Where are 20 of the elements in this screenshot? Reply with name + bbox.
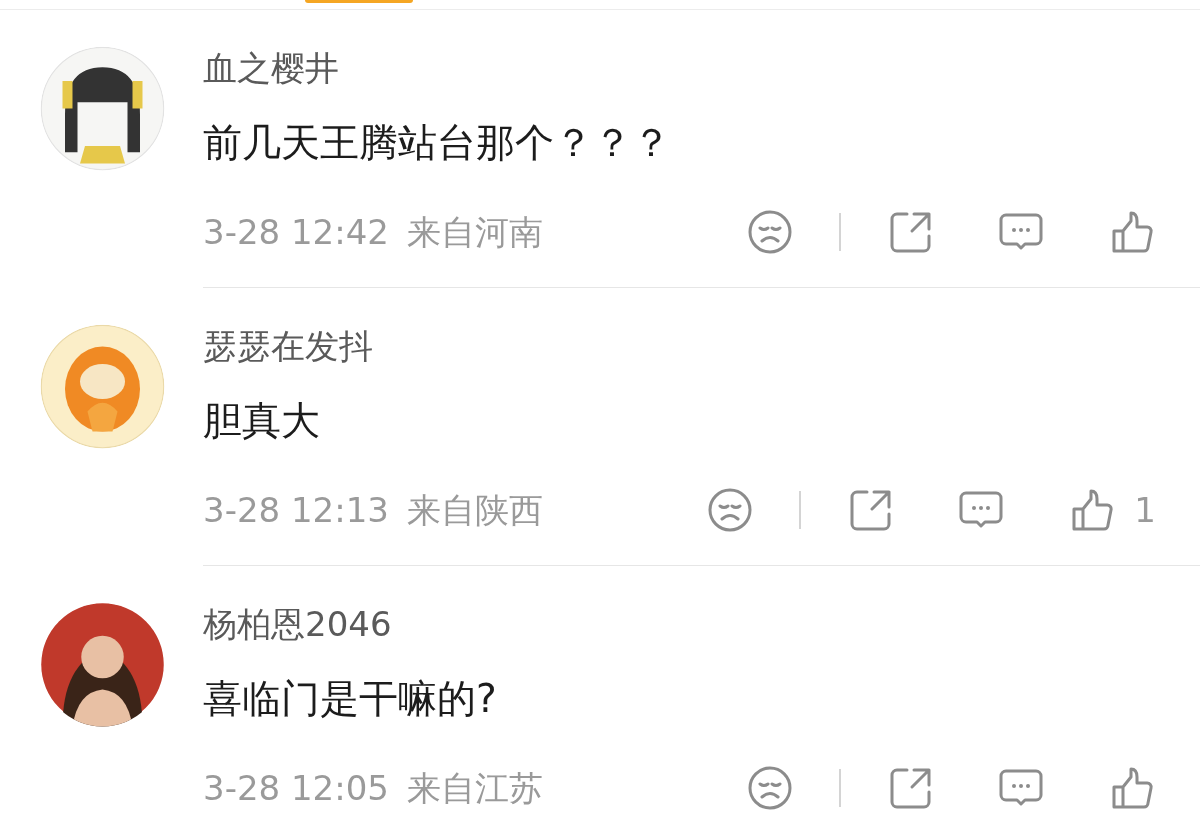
avatar[interactable] [40, 602, 165, 727]
comment-text: 前几天王腾站台那个？？？ [203, 119, 672, 167]
comment-time: 3-28 12:42 [203, 210, 389, 254]
like-count: 1 [1134, 488, 1156, 532]
comment-text: 胆真大 [203, 397, 321, 445]
comment-time: 3-28 12:05 [203, 766, 389, 810]
comment-location: 来自河南 [406, 210, 543, 254]
user-name[interactable]: 杨柏恩2046 [203, 601, 392, 647]
comment-text: 喜临门是干嘛的? [203, 675, 498, 723]
comment-location: 来自江苏 [406, 766, 543, 810]
user-name[interactable]: 瑟瑟在发抖 [203, 323, 373, 369]
comment-time: 3-28 12:13 [203, 488, 389, 532]
user-name[interactable]: 血之樱井 [203, 45, 339, 91]
thumbs-up-icon[interactable] [1110, 209, 1156, 255]
sad-face-icon[interactable] [747, 209, 793, 255]
comment-location: 来自陕西 [406, 488, 543, 532]
sad-face-icon[interactable] [707, 487, 754, 533]
avatar[interactable] [40, 46, 165, 171]
sad-face-icon[interactable] [747, 765, 793, 811]
thumbs-up-icon[interactable] [1110, 765, 1156, 811]
